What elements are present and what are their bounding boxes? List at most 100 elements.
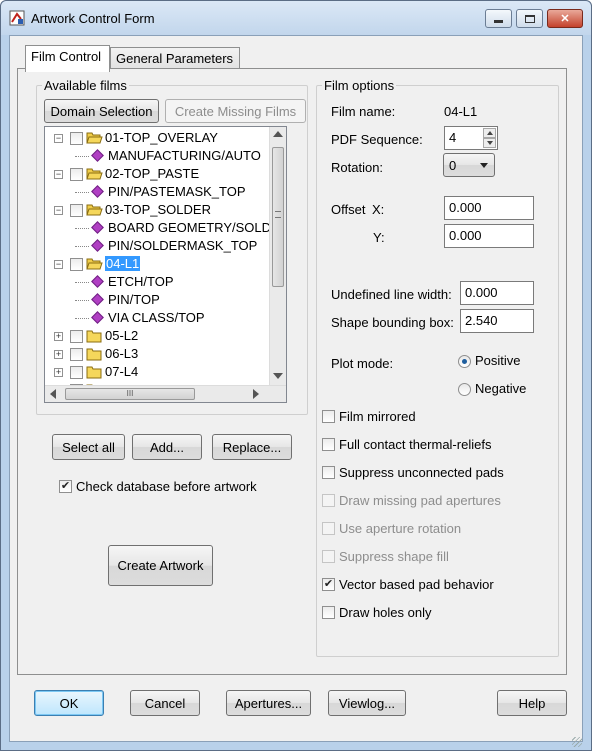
option-checkbox-box[interactable] (322, 410, 335, 423)
scroll-up-arrow[interactable] (273, 131, 283, 137)
tree-film-row[interactable]: − 02-TOP_PASTE (45, 165, 275, 183)
film-options-label: Film options (322, 78, 397, 93)
collapse-icon[interactable]: − (54, 134, 63, 143)
collapse-icon[interactable]: − (54, 260, 63, 269)
positive-label: Positive (475, 353, 521, 368)
tree-layer-row[interactable]: MANUFACTURING/AUTO (45, 147, 275, 165)
spin-down-button[interactable] (483, 138, 496, 148)
scroll-right-arrow[interactable] (253, 389, 259, 399)
add-button[interactable]: Add... (132, 434, 202, 460)
shape-bounding-box-input[interactable]: 2.540 (460, 309, 534, 333)
tree-film-row[interactable]: − 01-TOP_OVERLAY (45, 129, 275, 147)
folder-open-icon (86, 168, 103, 180)
films-tree[interactable]: +08-L5+07-L4+06-L3+05-L2VIA CLASS/TOPPIN… (44, 126, 287, 403)
offset-y-input[interactable]: 0.000 (444, 224, 534, 248)
scroll-hthumb[interactable]: III (65, 388, 195, 400)
maximize-button[interactable] (516, 9, 543, 28)
resize-grip[interactable] (572, 737, 582, 747)
film-checkbox[interactable] (70, 168, 83, 181)
tree-layer-row[interactable]: PIN/SOLDERMASK_TOP (45, 237, 275, 255)
film-checkbox[interactable] (70, 366, 83, 379)
film-checkbox[interactable] (70, 348, 83, 361)
scroll-left-arrow[interactable] (50, 389, 56, 399)
option-checkbox[interactable]: Use aperture rotation (322, 521, 547, 537)
option-checkbox-box[interactable] (322, 438, 335, 451)
scroll-down-arrow[interactable] (273, 373, 283, 379)
option-checkbox[interactable]: Suppress unconnected pads (322, 465, 547, 481)
ok-button[interactable]: OK (34, 690, 104, 716)
tree-film-row[interactable]: − 03-TOP_SOLDER (45, 201, 275, 219)
option-checkbox-label: Suppress unconnected pads (339, 465, 504, 480)
collapse-icon[interactable]: − (54, 206, 63, 215)
tree-film-row[interactable]: +06-L3 (45, 345, 275, 363)
check-database-checkbox[interactable]: ✔ Check database before artwork (59, 479, 299, 495)
option-checkbox-box[interactable] (322, 494, 335, 507)
rotation-dropdown[interactable]: 0 (443, 153, 495, 177)
tree-layer-row[interactable]: VIA CLASS/TOP (45, 309, 275, 327)
collapse-icon[interactable]: − (54, 170, 63, 179)
minimize-button[interactable] (485, 9, 512, 28)
tree-film-label: 01-TOP_OVERLAY (105, 130, 218, 145)
create-missing-films-button[interactable]: Create Missing Films (165, 99, 306, 123)
film-checkbox[interactable] (70, 132, 83, 145)
option-checkbox-box[interactable] (322, 466, 335, 479)
shape-bounding-box-value: 2.540 (465, 313, 498, 328)
negative-radio-button[interactable] (458, 383, 471, 396)
film-name-value: 04-L1 (444, 104, 478, 119)
option-checkbox[interactable]: Draw holes only (322, 605, 547, 621)
film-checkbox[interactable] (70, 204, 83, 217)
offset-y-value: 0.000 (449, 228, 482, 243)
tab-film-control-label: Film Control (31, 49, 102, 64)
expand-icon[interactable]: + (54, 350, 63, 359)
option-checkbox-label: Draw missing pad apertures (339, 493, 501, 508)
undefined-line-width-input[interactable]: 0.000 (460, 281, 534, 305)
film-checkbox[interactable] (70, 330, 83, 343)
select-all-button[interactable]: Select all (52, 434, 125, 460)
check-database-box[interactable]: ✔ (59, 480, 72, 493)
replace-button[interactable]: Replace... (212, 434, 292, 460)
option-checkbox-box[interactable] (322, 550, 335, 563)
tree-layer-row[interactable]: ETCH/TOP (45, 273, 275, 291)
option-checkbox[interactable]: ✔ Vector based pad behavior (322, 577, 547, 593)
tree-layer-row[interactable]: BOARD GEOMETRY/SOLD (45, 219, 275, 237)
tree-horizontal-scrollbar[interactable]: III (45, 385, 286, 402)
help-button[interactable]: Help (497, 690, 567, 716)
cancel-button[interactable]: Cancel (130, 690, 200, 716)
tree-layer-row[interactable]: PIN/TOP (45, 291, 275, 309)
undefined-line-width-value: 0.000 (465, 285, 498, 300)
tree-film-row[interactable]: − 04-L1 (45, 255, 275, 273)
viewlog-button[interactable]: Viewlog... (328, 690, 406, 716)
option-checkbox[interactable]: Suppress shape fill (322, 549, 547, 565)
positive-radio-button[interactable] (458, 355, 471, 368)
available-films-label: Available films (42, 78, 129, 93)
tree-layer-row[interactable]: PIN/PASTEMASK_TOP (45, 183, 275, 201)
undefined-line-width-label: Undefined line width: (331, 287, 452, 302)
option-checkbox[interactable]: Full contact thermal-reliefs (322, 437, 547, 453)
plot-mode-positive-radio[interactable]: Positive (458, 353, 538, 371)
expand-icon[interactable]: + (54, 332, 63, 341)
option-checkbox-box[interactable]: ✔ (322, 578, 335, 591)
pdf-sequence-spinbox[interactable]: 4 (444, 126, 498, 150)
close-button[interactable]: ✕ (547, 9, 583, 28)
option-checkbox[interactable]: Draw missing pad apertures (322, 493, 547, 509)
plot-mode-negative-radio[interactable]: Negative (458, 381, 538, 399)
expand-icon[interactable]: + (54, 368, 63, 377)
plot-mode-label: Plot mode: (331, 356, 394, 371)
create-artwork-label: Create Artwork (117, 558, 204, 573)
option-checkbox-box[interactable] (322, 522, 335, 535)
domain-selection-button[interactable]: Domain Selection (44, 99, 159, 123)
tab-film-control[interactable]: Film Control (25, 45, 110, 72)
tree-film-row[interactable]: +07-L4 (45, 363, 275, 381)
offset-x-input[interactable]: 0.000 (444, 196, 534, 220)
spin-up-button[interactable] (483, 128, 496, 138)
tree-film-row[interactable]: +05-L2 (45, 327, 275, 345)
tree-vertical-scrollbar[interactable] (269, 127, 286, 385)
viewlog-label: Viewlog... (338, 695, 396, 711)
apertures-button[interactable]: Apertures... (226, 690, 311, 716)
film-checkbox[interactable] (70, 258, 83, 271)
title-bar[interactable]: Artwork Control Form ✕ (1, 1, 591, 35)
option-checkbox[interactable]: Film mirrored (322, 409, 547, 425)
option-checkbox-box[interactable] (322, 606, 335, 619)
create-artwork-button[interactable]: Create Artwork (108, 545, 213, 586)
layer-icon (91, 185, 104, 198)
